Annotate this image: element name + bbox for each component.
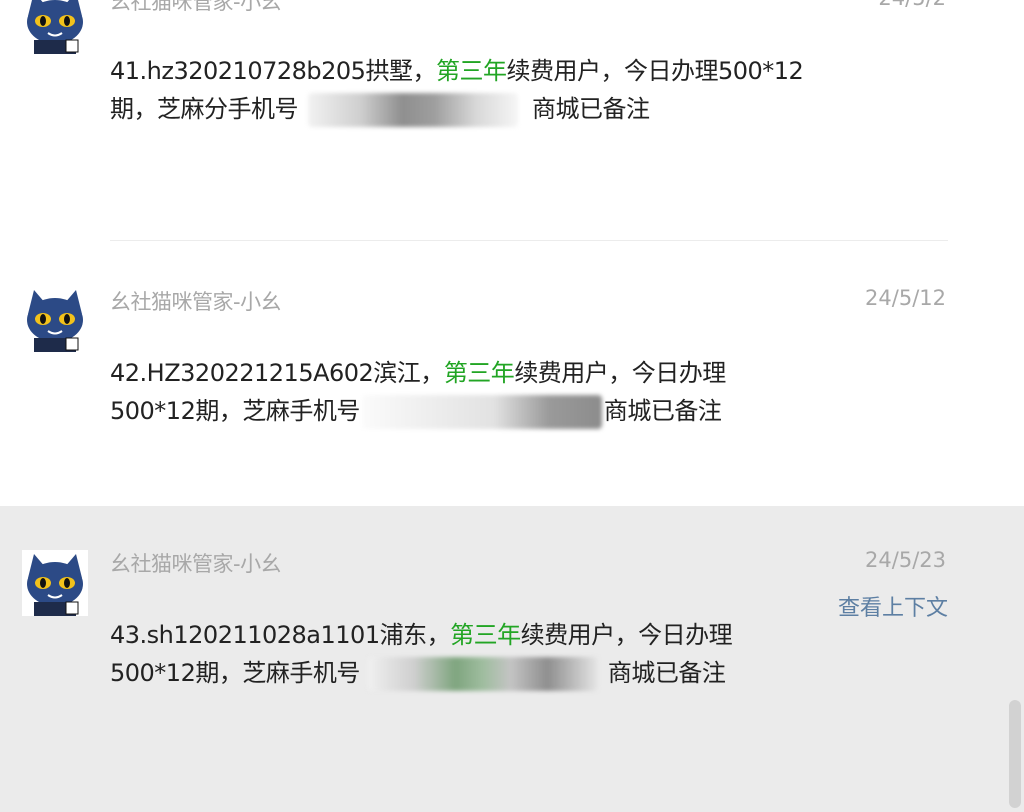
view-context-link[interactable]: 查看上下文 <box>838 590 948 622</box>
cat-mascot-avatar-icon[interactable] <box>22 0 88 54</box>
chat-history-list: 幺社猫咪管家-小幺 24/5/2 41.hz320210728b205拱墅，第三… <box>0 0 1024 812</box>
message-text-suffix: 商城已备注 <box>603 397 722 425</box>
message-text-suffix: 商城已备注 <box>532 95 650 123</box>
message-item-selected[interactable]: 幺社猫咪管家-小幺 24/5/23 查看上下文 43.sh120211028a1… <box>0 506 1024 812</box>
cat-mascot-avatar-icon[interactable] <box>22 550 88 616</box>
redacted-phone-number <box>367 657 598 691</box>
message-item[interactable]: 幺社猫咪管家-小幺 24/5/12 42.HZ320221215A602滨江，第… <box>0 242 1024 506</box>
highlight-keyword: 第三年 <box>443 359 515 387</box>
highlight-keyword: 第三年 <box>435 57 507 85</box>
message-date: 24/5/23 <box>865 548 946 572</box>
redacted-phone-number <box>361 395 602 429</box>
message-text-prefix: 43.sh120211028a1101浦东， <box>110 621 451 649</box>
vertical-scrollbar[interactable] <box>1009 700 1021 808</box>
message-item[interactable]: 幺社猫咪管家-小幺 24/5/2 41.hz320210728b205拱墅，第三… <box>0 0 1024 242</box>
message-text-prefix: 42.HZ320221215A602滨江， <box>110 359 444 387</box>
message-divider <box>110 240 948 241</box>
cat-mascot-avatar-icon[interactable] <box>22 286 88 352</box>
message-text: 42.HZ320221215A602滨江，第三年续费用户，今日办理500*12期… <box>110 354 810 430</box>
highlight-keyword: 第三年 <box>450 621 521 649</box>
message-text-prefix: 41.hz320210728b205拱墅， <box>110 57 436 85</box>
sender-name: 幺社猫咪管家-小幺 <box>110 0 282 14</box>
redacted-phone-number <box>308 93 518 127</box>
message-date: 24/5/12 <box>865 286 946 310</box>
message-text-suffix: 商城已备注 <box>607 659 726 687</box>
message-text: 41.hz320210728b205拱墅，第三年续费用户，今日办理500*12期… <box>110 52 810 128</box>
sender-name: 幺社猫咪管家-小幺 <box>110 290 282 314</box>
sender-name: 幺社猫咪管家-小幺 <box>110 552 282 576</box>
message-text: 43.sh120211028a1101浦东，第三年续费用户，今日办理500*12… <box>110 616 810 692</box>
message-date: 24/5/2 <box>878 0 946 10</box>
